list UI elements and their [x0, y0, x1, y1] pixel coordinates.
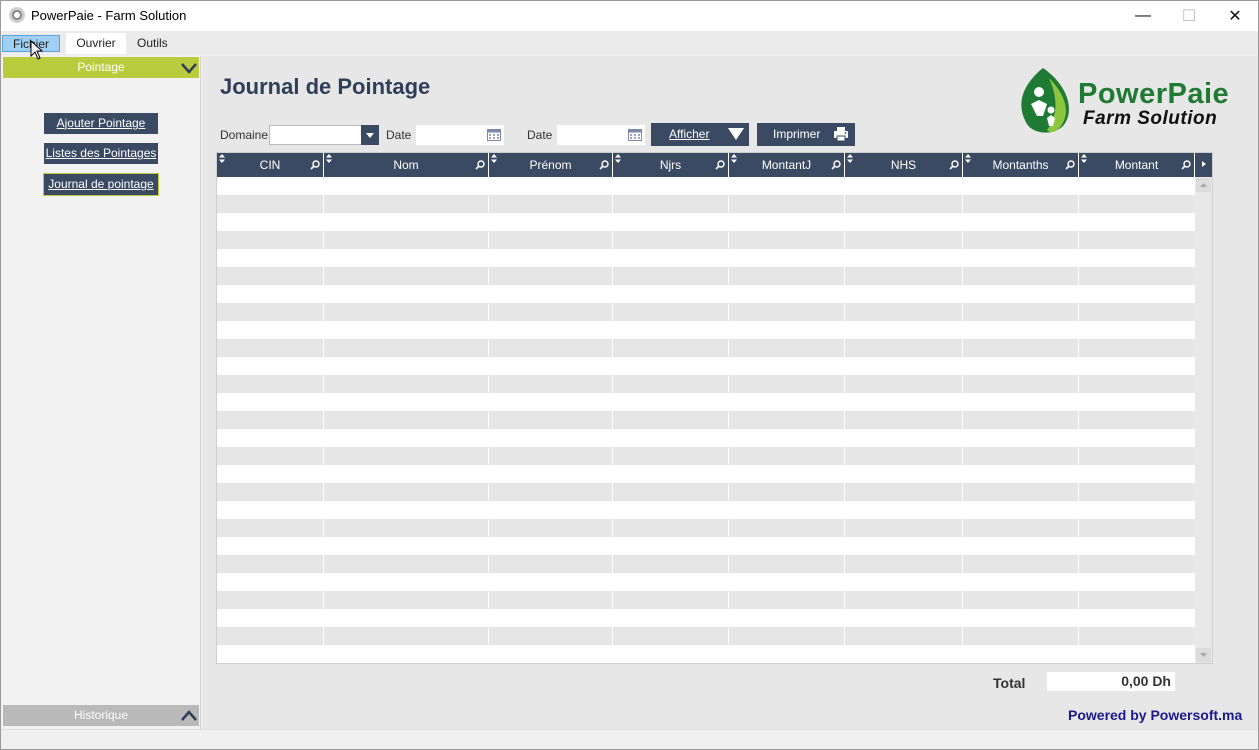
page-title: Journal de Pointage	[220, 74, 431, 99]
menu-bar	[1, 31, 1258, 55]
triangle-down-icon	[728, 128, 744, 140]
column-divider	[844, 177, 845, 663]
column-divider	[612, 177, 613, 663]
printer-icon	[834, 127, 848, 142]
journal-pointage-button[interactable]: Journal de pointage	[43, 173, 159, 196]
total-value: 0,00 Dh	[1047, 672, 1175, 691]
column-chooser-icon[interactable]	[1195, 153, 1212, 177]
sort-icon[interactable]	[615, 154, 621, 163]
column-divider	[1078, 177, 1079, 663]
minimize-button[interactable]: —	[1120, 1, 1166, 30]
ajouter-pointage-button[interactable]: Ajouter Pointage	[44, 113, 158, 134]
column-title: Prénom	[529, 158, 572, 172]
column-divider	[323, 177, 324, 663]
sort-icon[interactable]	[219, 154, 225, 163]
column-title: CIN	[259, 158, 281, 172]
column-header-montantj[interactable]: MontantJ	[729, 153, 845, 177]
search-icon[interactable]	[715, 160, 725, 170]
search-icon[interactable]	[831, 160, 841, 170]
dropdown-arrow-icon[interactable]	[361, 125, 379, 145]
total-label: Total	[993, 675, 1026, 691]
calendar-icon[interactable]	[487, 128, 501, 141]
column-header-montanths[interactable]: Montanths	[963, 153, 1079, 177]
chevron-up-icon[interactable]	[180, 708, 198, 724]
search-icon[interactable]	[310, 160, 320, 170]
sort-icon[interactable]	[731, 154, 737, 163]
column-title: Njrs	[659, 158, 682, 172]
column-title: NHS	[890, 158, 917, 172]
column-title: MontantJ	[761, 158, 812, 172]
column-title: Montanths	[992, 158, 1049, 172]
menu-outils[interactable]: Outils	[131, 35, 174, 52]
column-header-cin[interactable]: CIN	[217, 153, 324, 177]
column-title: Nom	[393, 158, 419, 172]
sort-icon[interactable]	[326, 154, 332, 163]
search-icon[interactable]	[599, 160, 609, 170]
window-title: PowerPaie - Farm Solution	[31, 8, 187, 23]
powered-by-text: Powered by Powersoft.ma	[1068, 707, 1243, 723]
sort-icon[interactable]	[491, 154, 497, 163]
column-divider	[728, 177, 729, 663]
date-from-label: Date	[386, 128, 412, 142]
scroll-down-icon[interactable]	[1196, 648, 1211, 662]
sidebar-section-pointage[interactable]: Pointage	[3, 57, 199, 78]
mouse-cursor-icon	[30, 40, 44, 60]
status-bar	[1, 729, 1258, 749]
calendar-icon[interactable]	[628, 128, 642, 141]
sort-icon[interactable]	[1081, 154, 1087, 163]
sort-icon[interactable]	[965, 154, 971, 163]
search-icon[interactable]	[475, 160, 485, 170]
column-divider	[488, 177, 489, 663]
maximize-button[interactable]: ☐	[1166, 1, 1212, 30]
column-header-nhs[interactable]: NHS	[845, 153, 963, 177]
afficher-label: Afficher	[669, 127, 710, 141]
column-header-njrs[interactable]: Njrs	[613, 153, 729, 177]
logo-text: PowerPaie	[1078, 78, 1230, 110]
close-button[interactable]: ✕	[1212, 1, 1258, 30]
search-icon[interactable]	[949, 160, 959, 170]
menu-ouvrier[interactable]: Ouvrier	[66, 33, 126, 54]
logo-tagline: Farm Solution	[1083, 108, 1218, 129]
column-divider	[962, 177, 963, 663]
sidebar-section-historique[interactable]: Historique	[3, 705, 199, 726]
scroll-up-icon[interactable]	[1196, 178, 1211, 192]
domaine-label: Domaine	[220, 128, 269, 142]
column-header-montant[interactable]: Montant	[1079, 153, 1195, 177]
date-to-label: Date	[527, 128, 553, 142]
search-icon[interactable]	[1181, 160, 1191, 170]
vertical-scrollbar[interactable]	[1195, 177, 1212, 663]
column-header-nom[interactable]: Nom	[324, 153, 489, 177]
imprimer-label: Imprimer	[773, 127, 821, 141]
grid-rows[interactable]	[217, 177, 1195, 663]
app-icon	[9, 7, 25, 23]
column-title: Montant	[1114, 158, 1159, 172]
search-icon[interactable]	[1065, 160, 1075, 170]
grid-header: CIN Nom Prénom Njrs MontantJ NHS Montant…	[217, 153, 1195, 177]
chevron-down-icon[interactable]	[180, 60, 198, 76]
sort-icon[interactable]	[847, 154, 853, 163]
title-bar	[1, 1, 1258, 31]
listes-pointages-button[interactable]: Listes des Pointages	[44, 143, 158, 164]
column-header-prenom[interactable]: Prénom	[489, 153, 613, 177]
